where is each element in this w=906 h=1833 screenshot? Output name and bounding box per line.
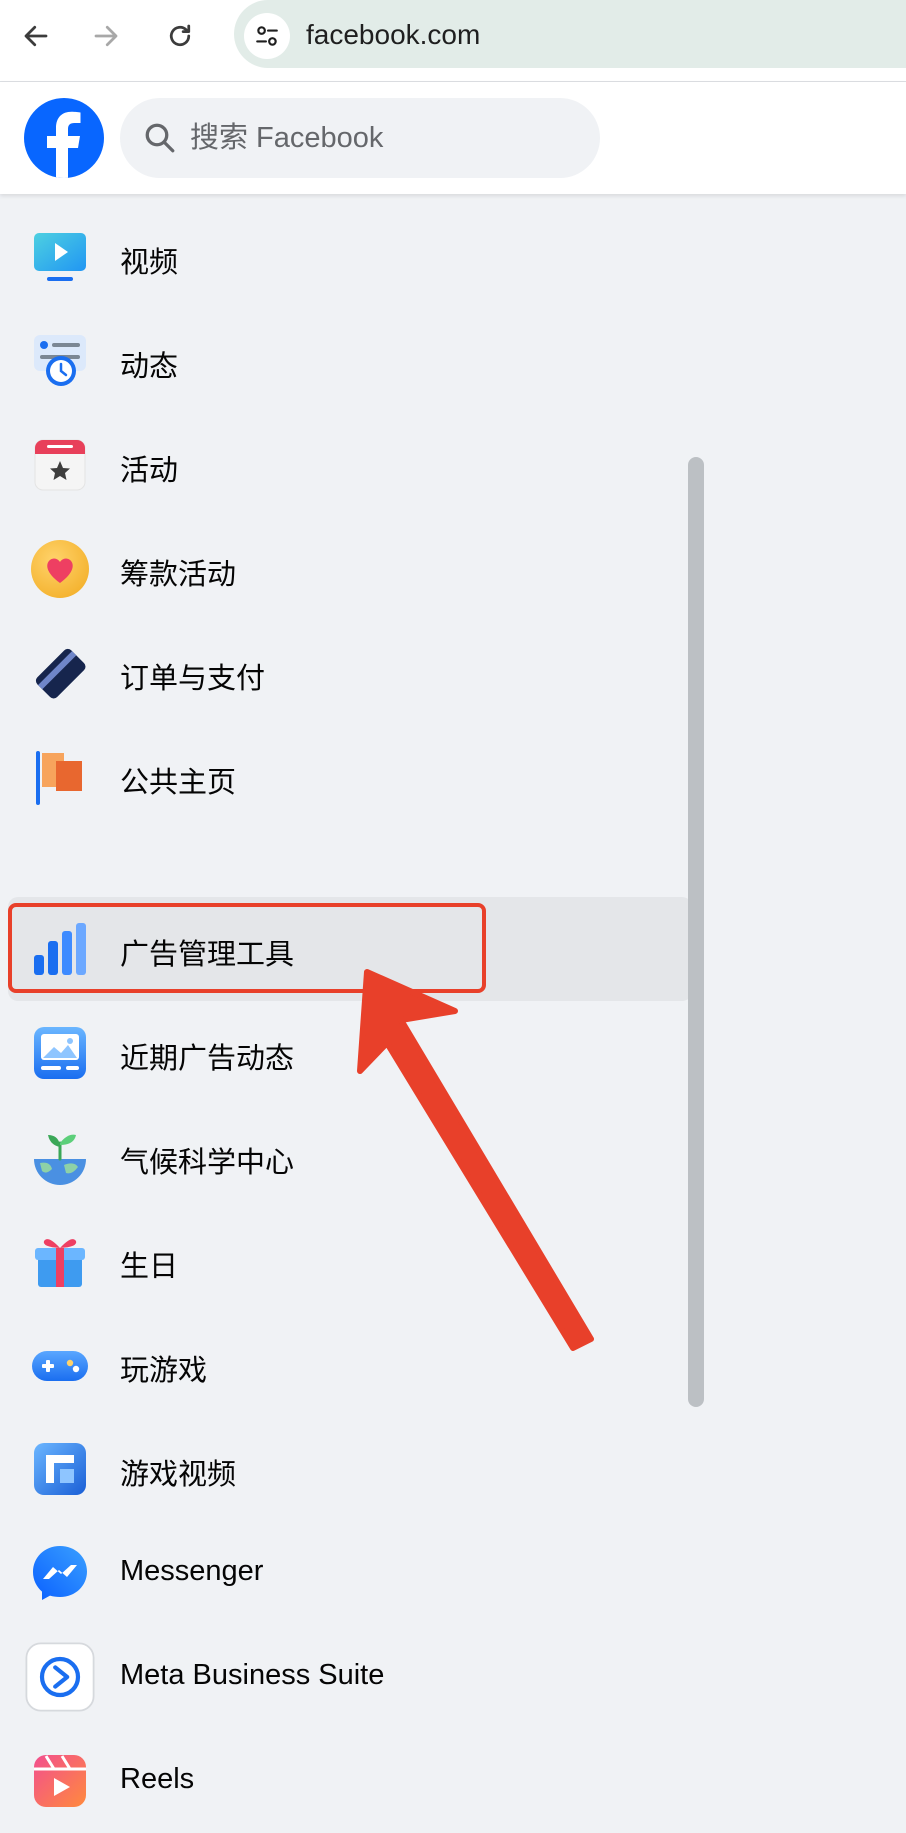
annotation-arrow xyxy=(357,969,594,1351)
facebook-header xyxy=(0,82,906,194)
search-icon xyxy=(145,123,175,153)
facebook-f-icon xyxy=(47,111,81,178)
search-box[interactable] xyxy=(120,98,600,178)
facebook-logo[interactable] xyxy=(24,98,104,178)
search-input[interactable] xyxy=(190,98,580,178)
